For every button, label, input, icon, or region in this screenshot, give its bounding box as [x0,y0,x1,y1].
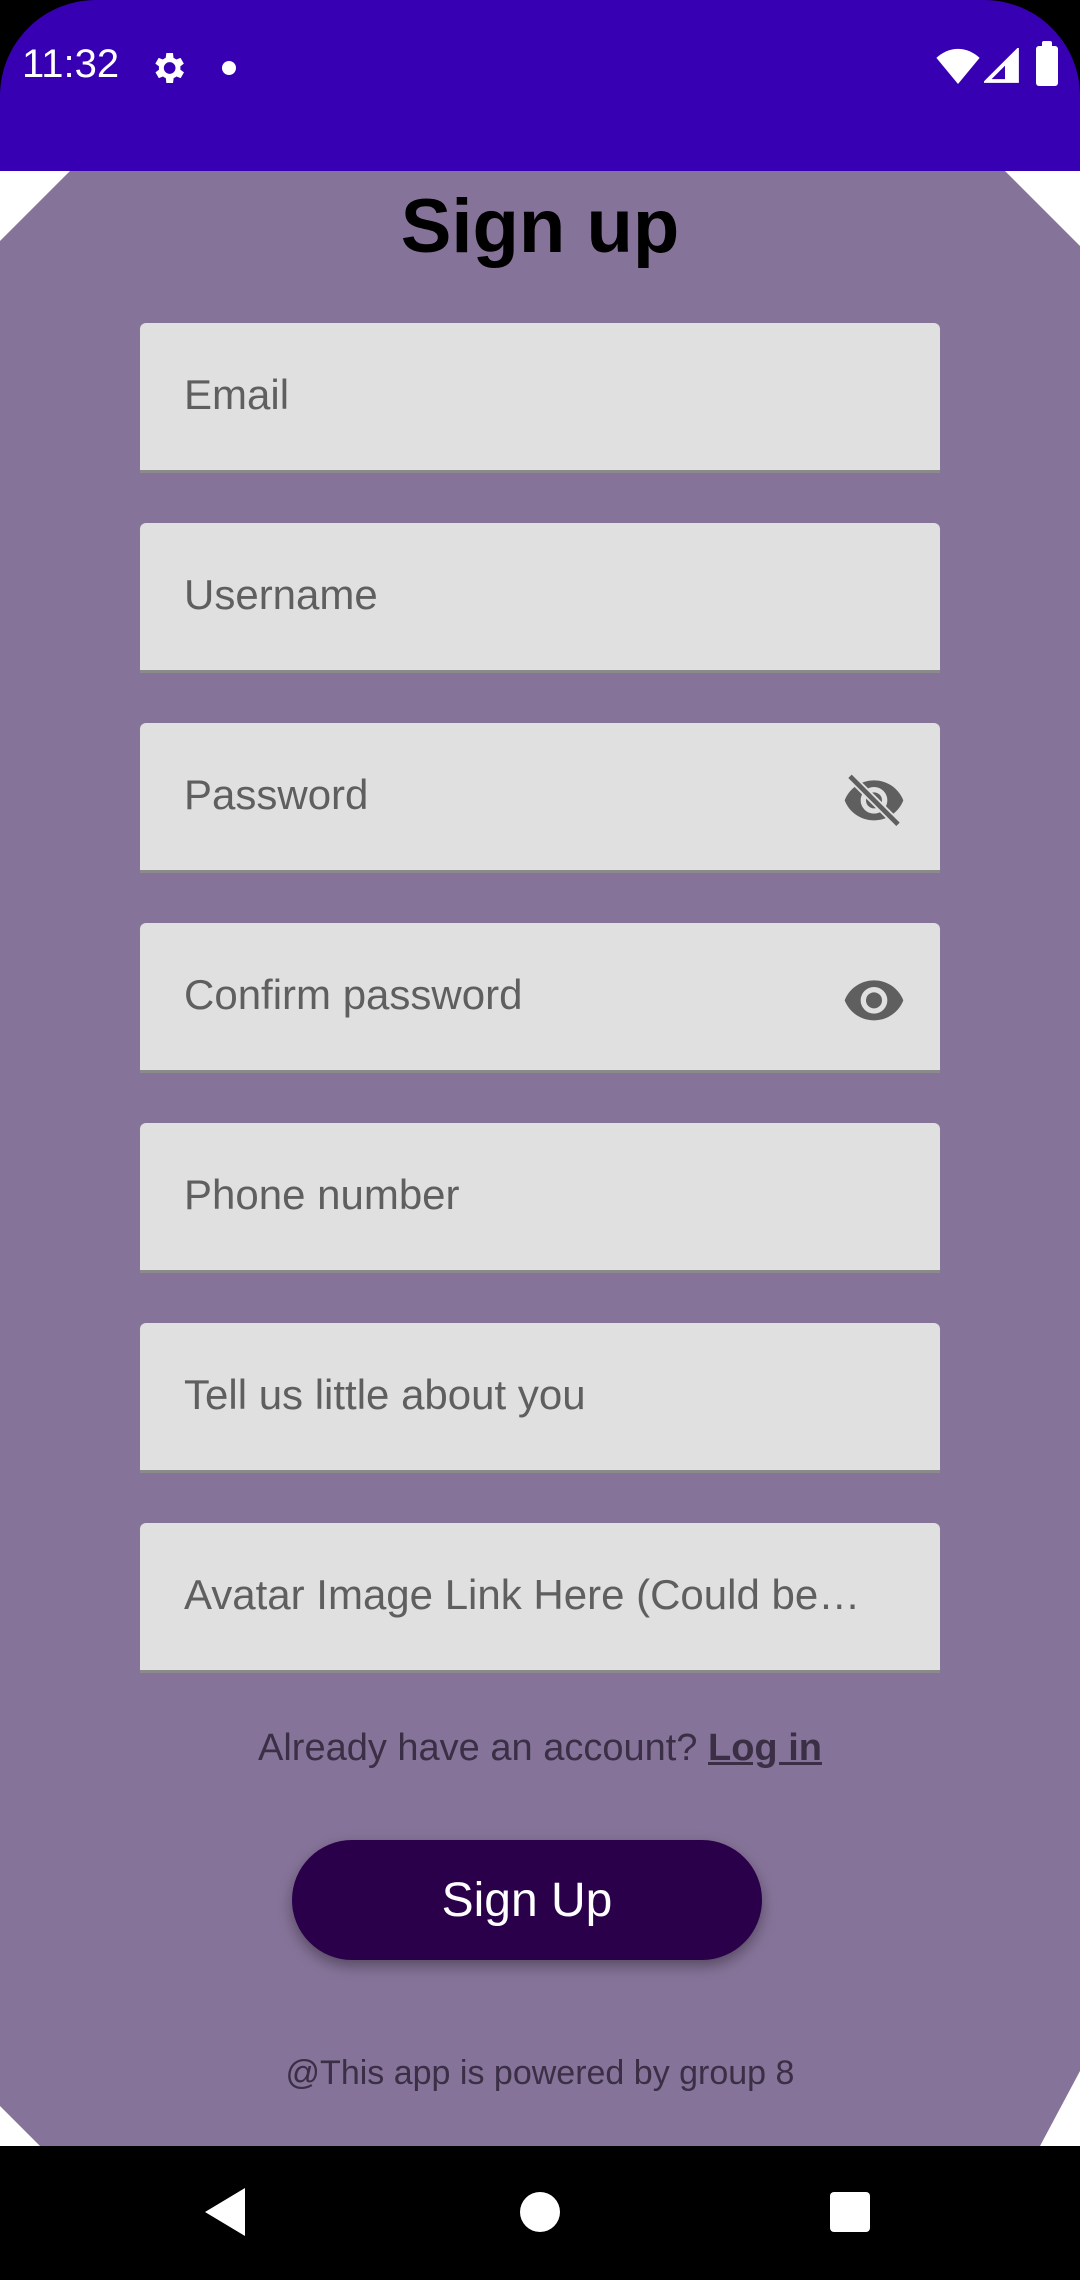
confirm-password-field[interactable]: Confirm password [140,923,940,1073]
login-prompt-text: Already have an account? [258,1727,708,1769]
cell-signal-icon [984,48,1019,83]
phone-number-field[interactable]: Phone number [140,1123,940,1273]
navigation-bar [0,2146,1080,2280]
status-bar: 11:32 [0,0,1080,171]
recents-icon[interactable] [830,2192,870,2232]
phone-screen: 11:32 Sign up Email Username Password Co… [0,0,1080,2280]
sign-up-button[interactable]: Sign Up [292,1840,762,1960]
footer-credit: @This app is powered by group 8 [285,2054,795,2092]
email-field-label: Email [184,371,290,418]
main-content: Sign up Email Username Password Confirm … [0,171,1080,2146]
home-icon[interactable] [520,2192,560,2232]
email-field[interactable]: Email [140,323,940,473]
about-field[interactable]: Tell us little about you [140,1323,940,1473]
login-prompt: Already have an account? Log in [0,1727,1080,1770]
username-field[interactable]: Username [140,523,940,673]
status-time: 11:32 [22,42,120,86]
battery-icon [1036,41,1058,86]
visibility-off-icon[interactable] [842,767,906,831]
avatar-link-field[interactable]: Avatar Image Link Here (Could be… [140,1523,940,1673]
back-icon[interactable] [205,2188,245,2236]
visibility-icon[interactable] [842,967,906,1031]
about-field-label: Tell us little about you [184,1371,586,1418]
confirm-password-field-label: Confirm password [184,971,523,1018]
notification-dot-icon [222,61,236,75]
phone-number-field-label: Phone number [184,1171,460,1218]
password-field[interactable]: Password [140,723,940,873]
password-field-label: Password [184,771,369,818]
avatar-link-field-label: Avatar Image Link Here (Could be… [184,1571,861,1618]
gear-icon [155,53,184,83]
page-title: Sign up [400,184,680,269]
username-field-label: Username [184,571,378,618]
wifi-icon [936,48,980,84]
login-link[interactable]: Log in [708,1727,822,1769]
